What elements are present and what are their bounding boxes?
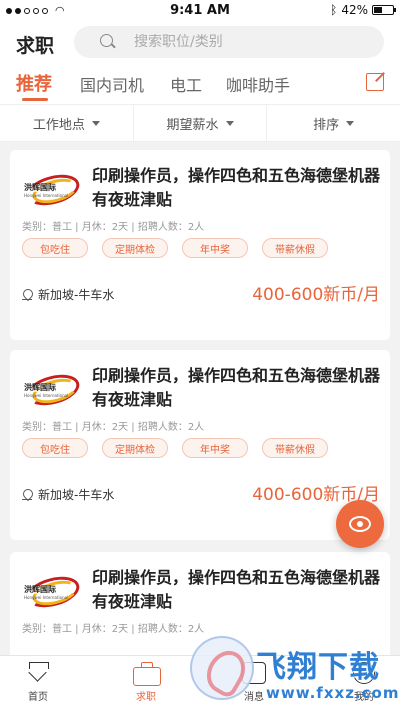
nav-jobs[interactable]: 求职 [116, 662, 176, 703]
tab-coffee-assistant[interactable]: 咖啡助手 [226, 72, 290, 96]
job-location-text: 新加坡-牛车水 [38, 288, 115, 302]
watermark-logo: 飞翔下载 www.fxxz.com [186, 630, 400, 712]
diamond-icon [26, 662, 50, 684]
chat-fab-button[interactable] [336, 500, 384, 548]
job-meta: 类别：普工 | 月休：2天 | 招聘人数：2人 [22, 624, 205, 635]
category-tabs: 推荐 国内司机 电工 咖啡助手 [0, 62, 400, 104]
nav-home[interactable]: 首页 [8, 662, 68, 703]
benefit-tag: 定期体检 [102, 438, 168, 458]
watermark-title: 飞翔下载 [256, 650, 380, 685]
benefit-tag: 年中奖 [182, 238, 248, 258]
job-title: 印刷操作员，操作四色和五色海德堡机器有夜班津贴 [92, 166, 381, 209]
job-card[interactable]: 洪辉国际 Hongwei International 印刷操作员，操作四色和五色… [10, 150, 390, 340]
benefit-tag: 带薪休假 [262, 438, 328, 458]
filter-location-label: 工作地点 [32, 117, 85, 133]
search-box[interactable] [74, 26, 384, 58]
watermark-emblem-icon [190, 636, 254, 700]
caret-down-icon [346, 120, 355, 126]
job-card[interactable]: 洪辉国际 Hongwei International 印刷操作员，操作四色和五色… [10, 350, 390, 540]
location-pin-icon [22, 489, 32, 501]
job-salary: 400-600新币/月 [252, 285, 380, 305]
tab-electrician[interactable]: 电工 [170, 72, 202, 96]
company-logo: 洪辉国际 Hongwei International [22, 169, 83, 211]
watermark-url: www.fxxz.com [266, 684, 400, 702]
tab-recommended[interactable]: 推荐 [16, 70, 52, 96]
header: 求职 [0, 22, 400, 62]
status-bar: ◠ 9:41 AM ᛒ 42% [0, 0, 400, 22]
job-location: 新加坡-牛车水 [22, 286, 114, 303]
job-meta: 类别：普工 | 月休：2天 | 招聘人数：2人 [22, 222, 205, 233]
benefit-tags: 包吃住 定期体检 年中奖 带薪休假 [22, 438, 328, 458]
benefit-tag: 带薪休假 [262, 238, 328, 258]
company-logo: 洪辉国际 Hongwei International [22, 369, 83, 411]
job-location: 新加坡-牛车水 [22, 486, 114, 503]
benefit-tag: 年中奖 [182, 438, 248, 458]
nav-jobs-label: 求职 [136, 692, 156, 703]
company-logo: 洪辉国际 Hongwei International [22, 571, 83, 613]
nav-home-label: 首页 [28, 692, 48, 703]
filter-salary[interactable]: 期望薪水 [134, 105, 268, 141]
battery-icon [372, 5, 396, 15]
caret-down-icon [91, 120, 100, 126]
chat-icon [349, 516, 371, 532]
battery-percent: 42% [341, 3, 368, 17]
bluetooth-icon: ᛒ [330, 3, 338, 17]
filter-salary-label: 期望薪水 [166, 117, 219, 133]
tab-domestic-driver[interactable]: 国内司机 [80, 72, 144, 96]
page-title: 求职 [16, 35, 55, 57]
search-icon [98, 32, 118, 52]
edit-icon[interactable] [366, 73, 384, 91]
benefit-tags: 包吃住 定期体检 年中奖 带薪休假 [22, 238, 328, 258]
job-meta: 类别：普工 | 月休：2天 | 招聘人数：2人 [22, 422, 205, 433]
briefcase-icon [133, 662, 161, 686]
filter-bar: 工作地点 期望薪水 排序 [0, 104, 400, 142]
job-title: 印刷操作员，操作四色和五色海德堡机器有夜班津贴 [92, 366, 381, 409]
filter-sort[interactable]: 排序 [267, 105, 400, 141]
filter-location[interactable]: 工作地点 [0, 105, 134, 141]
filter-sort-label: 排序 [313, 117, 340, 133]
active-tab-indicator [22, 98, 48, 101]
benefit-tag: 包吃住 [22, 238, 88, 258]
search-input[interactable] [134, 34, 354, 50]
job-title: 印刷操作员，操作四色和五色海德堡机器有夜班津贴 [92, 568, 381, 611]
caret-down-icon [225, 120, 234, 126]
job-location-text: 新加坡-牛车水 [38, 488, 115, 502]
benefit-tag: 包吃住 [22, 438, 88, 458]
location-pin-icon [22, 289, 32, 301]
benefit-tag: 定期体检 [102, 238, 168, 258]
